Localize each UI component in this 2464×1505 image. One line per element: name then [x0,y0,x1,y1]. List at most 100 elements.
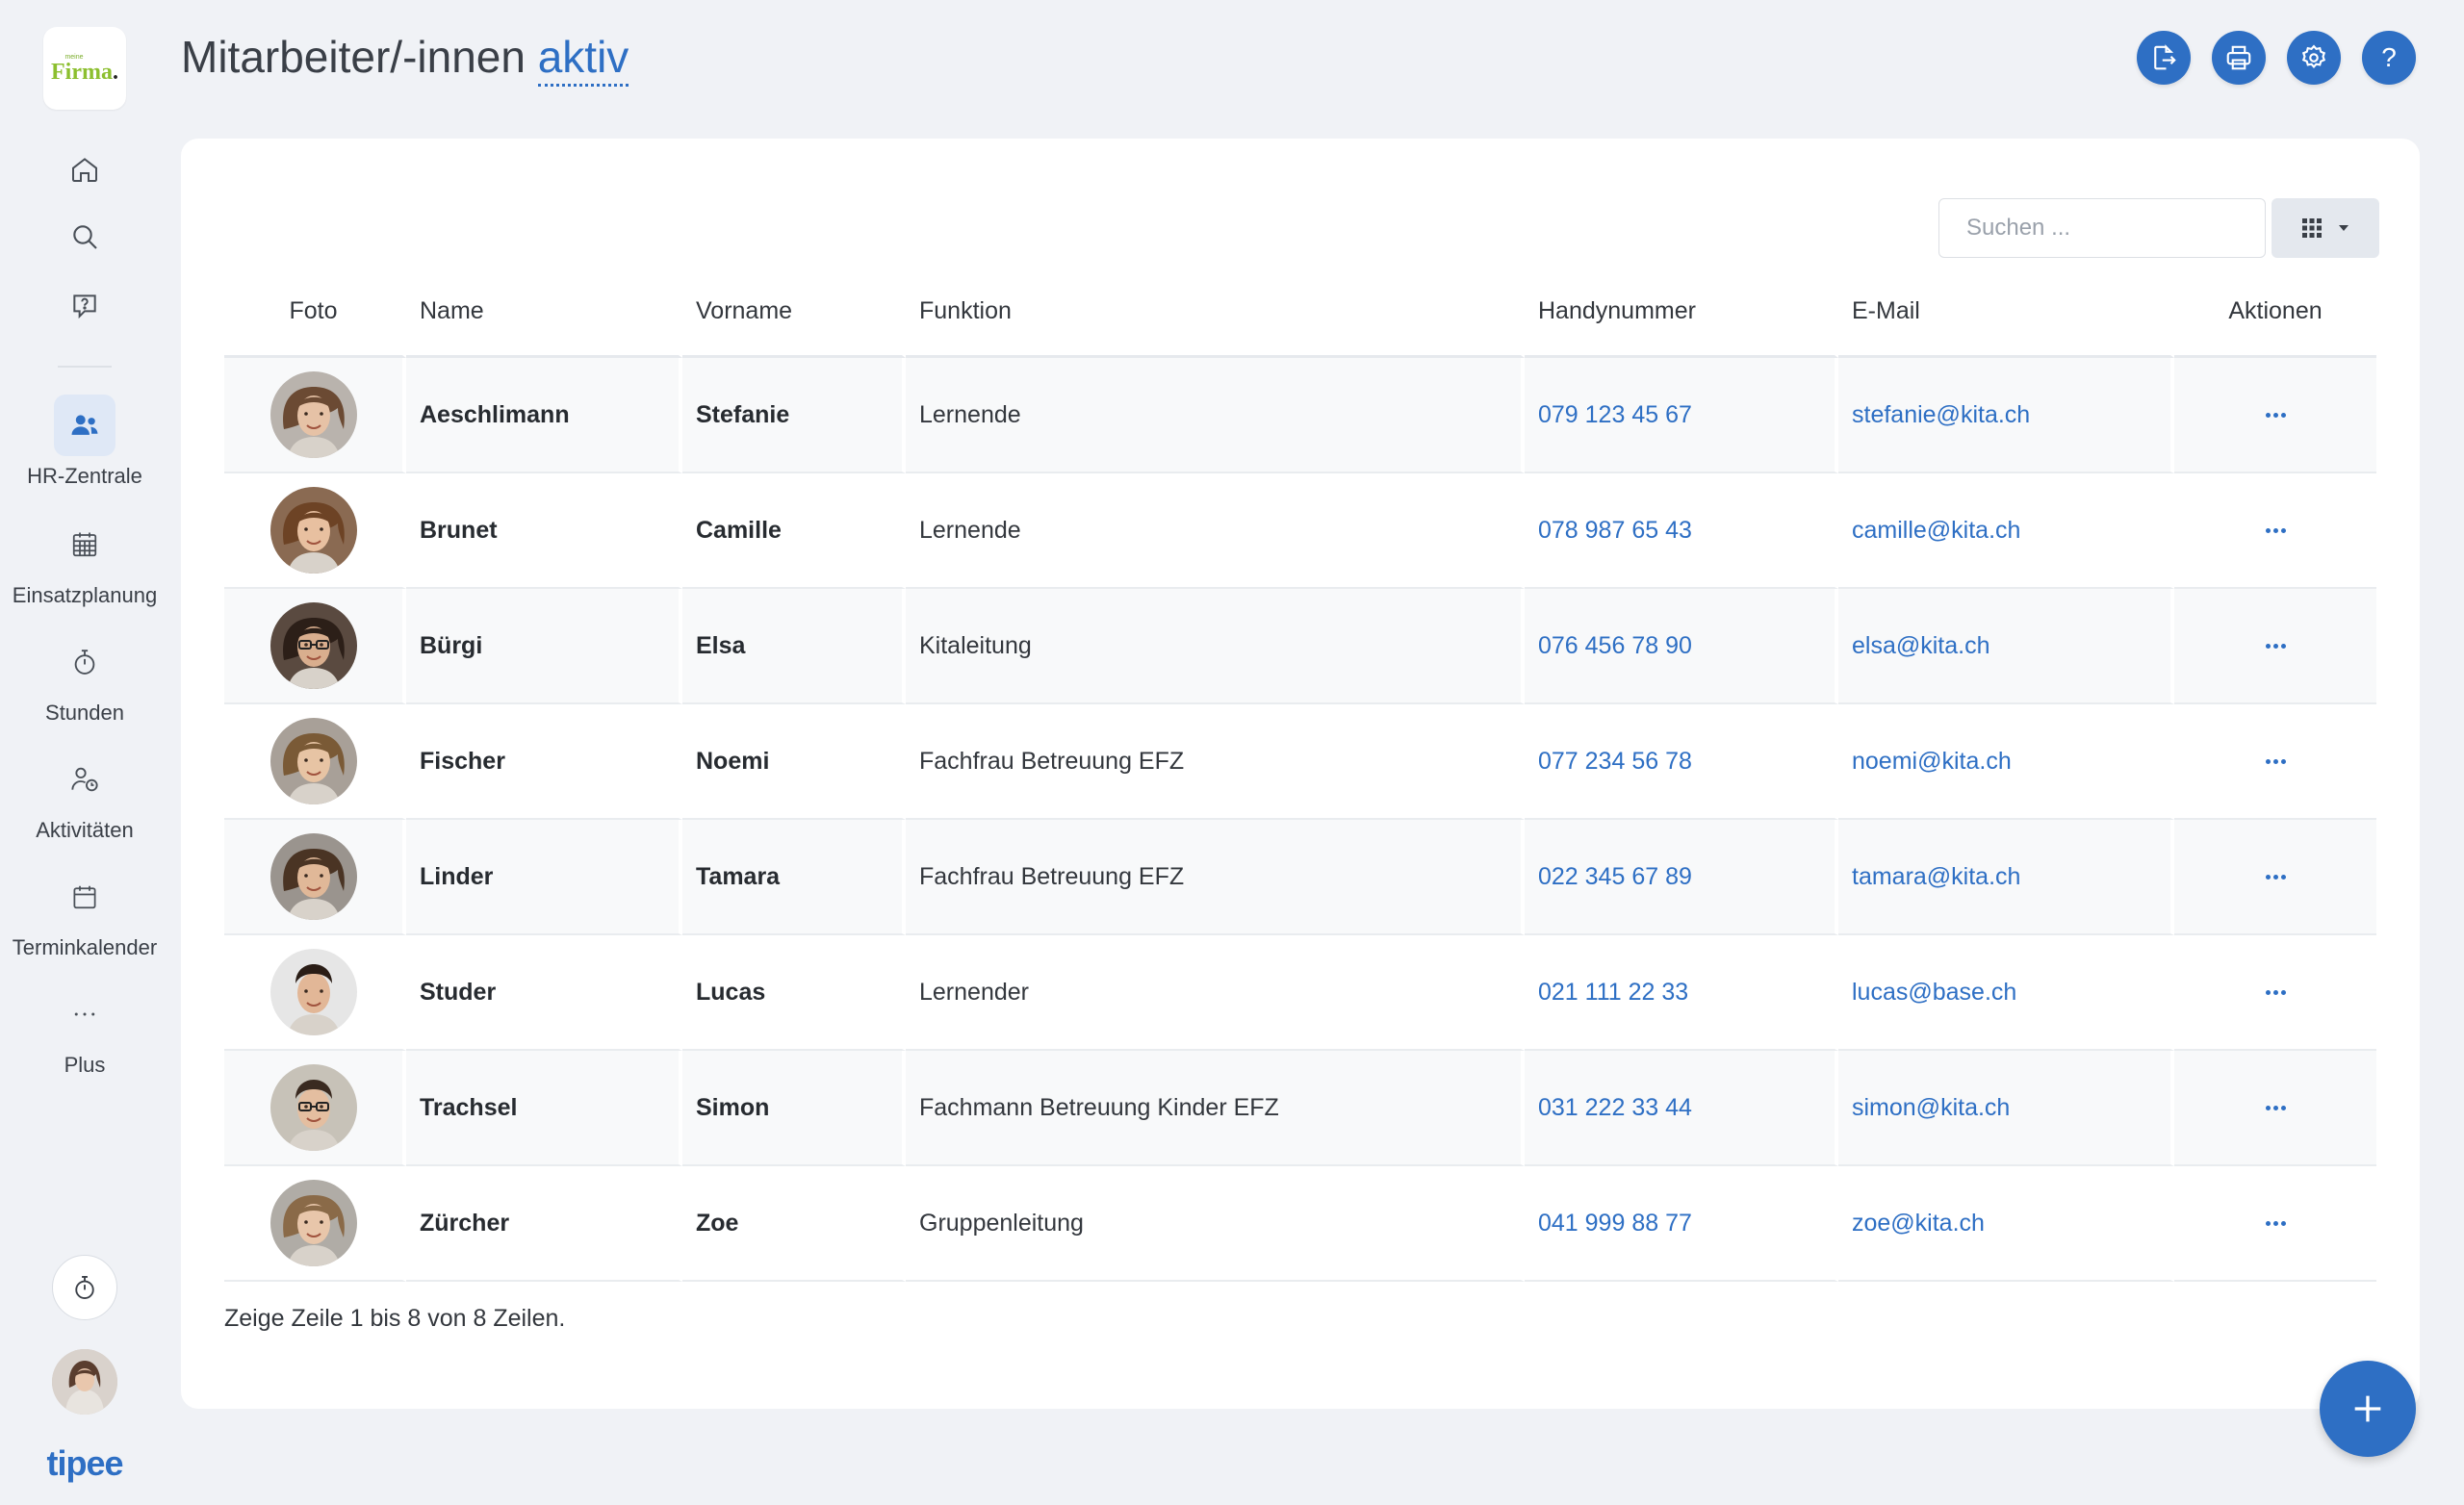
print-button[interactable] [2212,31,2266,85]
grid-calendar-icon [54,514,116,575]
phone-link[interactable]: 021 111 22 33 [1525,935,1838,1051]
calendar-icon [54,866,116,928]
table-row[interactable]: Zürcher Zoe Gruppenleitung 041 999 88 77 zoe… [224,1166,2376,1282]
photo-cell [224,704,406,820]
column-toggle-button[interactable] [2272,198,2379,258]
employee-photo[interactable] [270,718,357,804]
sidebar-divider [58,366,112,368]
email-link[interactable]: tamara@kita.ch [1838,820,2174,935]
vorname-cell[interactable]: Stefanie [682,358,906,473]
vorname-cell[interactable]: Noemi [682,704,906,820]
employee-photo[interactable] [270,371,357,458]
help-chat-icon[interactable] [62,283,108,329]
vorname-cell[interactable]: Tamara [682,820,906,935]
help-button[interactable]: ? [2362,31,2416,85]
more-actions-icon[interactable] [2188,412,2363,418]
employee-photo[interactable] [270,487,357,574]
timer-button[interactable] [52,1255,117,1320]
employee-photo[interactable] [270,1180,357,1266]
search-icon[interactable] [62,214,108,260]
table-row[interactable]: Aeschlimann Stefanie Lernende 079 123 45 67… [224,358,2376,473]
more-actions-icon[interactable] [2188,527,2363,533]
export-icon [2154,44,2176,70]
email-link[interactable]: noemi@kita.ch [1838,704,2174,820]
name-cell[interactable]: Fischer [406,704,682,820]
column-header-email[interactable]: E-Mail [1838,268,2174,358]
name-cell[interactable]: Zürcher [406,1166,682,1282]
column-header-funktion[interactable]: Funktion [906,268,1525,358]
more-actions-icon[interactable] [2188,758,2363,764]
status-filter-link[interactable]: aktiv [537,32,629,87]
sidebar-item-hr-zentrale[interactable]: HR-Zentrale [0,395,169,489]
photo-cell [224,589,406,704]
vorname-cell[interactable]: Zoe [682,1166,906,1282]
phone-link[interactable]: 022 345 67 89 [1525,820,1838,935]
more-actions-icon[interactable] [2188,1220,2363,1226]
funktion-cell: Lernender [906,935,1525,1051]
email-link[interactable]: elsa@kita.ch [1838,589,2174,704]
email-link[interactable]: lucas@base.ch [1838,935,2174,1051]
vorname-cell[interactable]: Simon [682,1051,906,1166]
stopwatch-icon [54,631,116,693]
employee-photo[interactable] [270,602,357,689]
more-actions-icon[interactable] [2188,874,2363,880]
column-header-foto[interactable]: Foto [224,268,406,358]
pagination-info: Zeige Zeile 1 bis 8 von 8 Zeilen. [224,1305,566,1332]
sidebar-item-einsatzplanung[interactable]: Einsatzplanung [0,514,169,608]
table-row[interactable]: Linder Tamara Fachfrau Betreuung EFZ 022 34… [224,820,2376,935]
name-cell[interactable]: Brunet [406,473,682,589]
search-input[interactable]: Suchen ... [1938,198,2266,258]
phone-link[interactable]: 031 222 33 44 [1525,1051,1838,1166]
sidebar-item-aktivitaeten[interactable]: Aktivitäten [0,749,169,843]
name-cell[interactable]: Bürgi [406,589,682,704]
email-link[interactable]: simon@kita.ch [1838,1051,2174,1166]
sidebar-item-label: Terminkalender [12,935,158,959]
vorname-cell[interactable]: Elsa [682,589,906,704]
table-row[interactable]: Brunet Camille Lernende 078 987 65 43 camill… [224,473,2376,589]
name-cell[interactable]: Aeschlimann [406,358,682,473]
more-actions-icon[interactable] [2188,989,2363,995]
phone-link[interactable]: 077 234 56 78 [1525,704,1838,820]
settings-button[interactable] [2287,31,2341,85]
name-cell[interactable]: Studer [406,935,682,1051]
company-logo[interactable]: meine Firma. [43,27,126,110]
funktion-cell: Fachfrau Betreuung EFZ [906,820,1525,935]
user-avatar[interactable] [52,1349,117,1415]
phone-link[interactable]: 079 123 45 67 [1525,358,1838,473]
actions-cell [2174,589,2376,704]
employee-photo[interactable] [270,949,357,1035]
table-row[interactable]: Trachsel Simon Fachmann Betreuung Kinder E… [224,1051,2376,1166]
name-cell[interactable]: Trachsel [406,1051,682,1166]
column-header-handynummer[interactable]: Handynummer [1525,268,1838,358]
sidebar-item-stunden[interactable]: Stunden [0,631,169,726]
add-employee-button[interactable] [2320,1361,2416,1457]
email-link[interactable]: stefanie@kita.ch [1838,358,2174,473]
page-title-text: Mitarbeiter/-innen [181,32,526,82]
table-row[interactable]: Fischer Noemi Fachfrau Betreuung EFZ 077 23… [224,704,2376,820]
phone-link[interactable]: 076 456 78 90 [1525,589,1838,704]
more-actions-icon[interactable] [2188,643,2363,649]
vorname-cell[interactable]: Lucas [682,935,906,1051]
column-header-vorname[interactable]: Vorname [682,268,906,358]
column-header-name[interactable]: Name [406,268,682,358]
employee-photo[interactable] [270,833,357,920]
email-link[interactable]: zoe@kita.ch [1838,1166,2174,1282]
export-button[interactable] [2137,31,2191,85]
funktion-cell: Fachmann Betreuung Kinder EFZ [906,1051,1525,1166]
funktion-cell: Lernende [906,473,1525,589]
sidebar-item-plus[interactable]: Plus [0,983,169,1078]
name-cell[interactable]: Linder [406,820,682,935]
phone-link[interactable]: 041 999 88 77 [1525,1166,1838,1282]
more-actions-icon[interactable] [2188,1105,2363,1110]
sidebar-item-label: HR-Zentrale [27,464,142,488]
table-row[interactable]: Bürgi Elsa Kitaleitung 076 456 78 90 elsa@ki… [224,589,2376,704]
vorname-cell[interactable]: Camille [682,473,906,589]
sidebar-item-terminkalender[interactable]: Terminkalender [0,866,169,960]
home-icon[interactable] [62,146,108,192]
photo-cell [224,935,406,1051]
sidebar: meine Firma. HR-Zentrale Einsatzplanung … [0,0,169,1505]
phone-link[interactable]: 078 987 65 43 [1525,473,1838,589]
table-row[interactable]: Studer Lucas Lernender 021 111 22 33 lucas@b… [224,935,2376,1051]
email-link[interactable]: camille@kita.ch [1838,473,2174,589]
employee-photo[interactable] [270,1064,357,1151]
